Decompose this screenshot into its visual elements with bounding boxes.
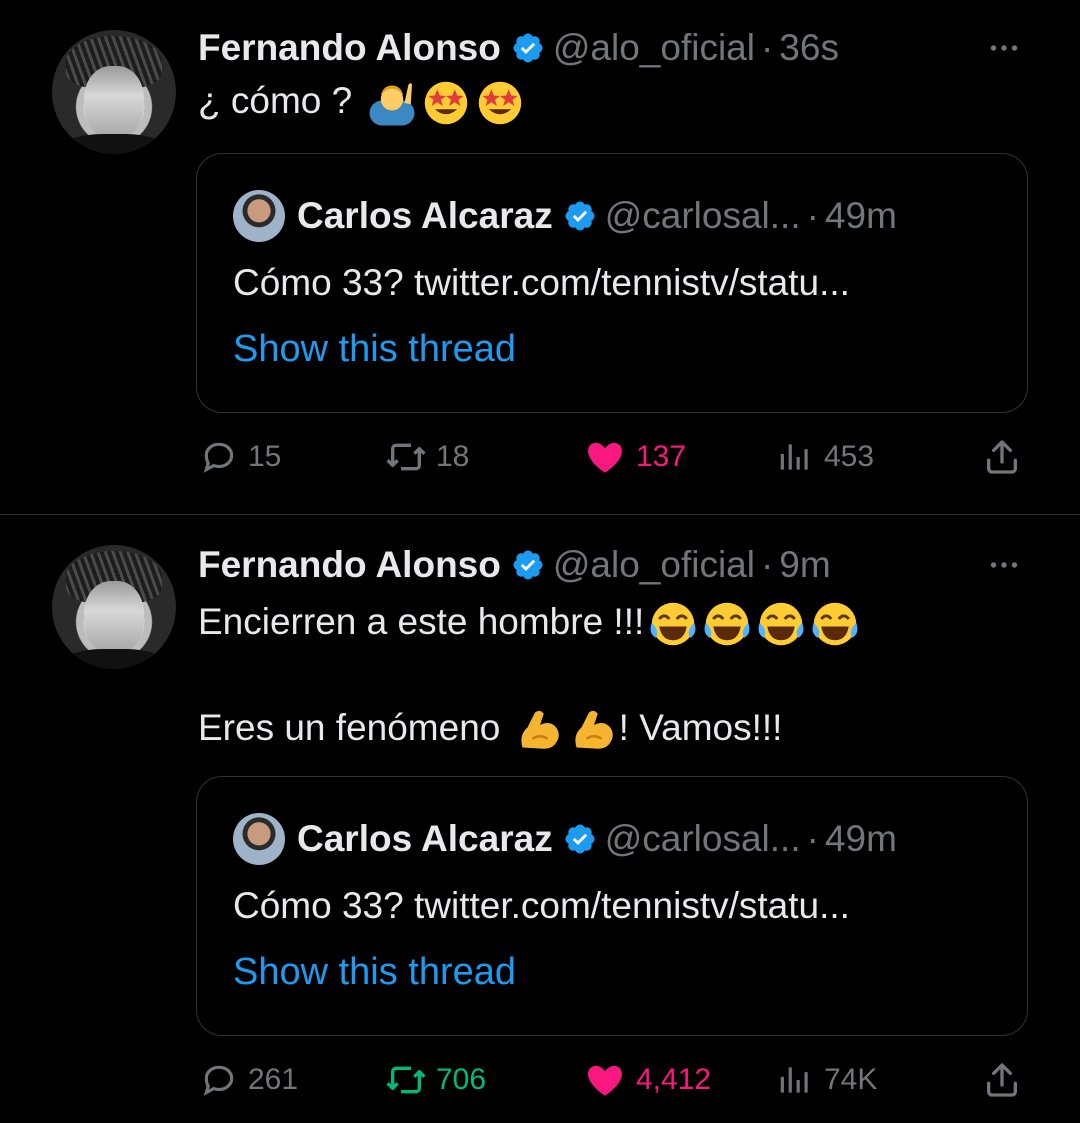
author-handle[interactable]: @alo_oficial	[553, 27, 755, 69]
quote-timestamp: 49m	[824, 195, 897, 236]
tweet-text-line-2: Eres un fenómeno	[198, 706, 501, 748]
tweet-text-line-1: Encierren a este hombre !!!	[198, 600, 645, 642]
views-icon	[776, 1061, 814, 1099]
heart-icon	[584, 1059, 626, 1101]
reply-count: 15	[248, 440, 282, 473]
author-name[interactable]: Fernando Alonso	[198, 27, 501, 69]
separator: ·	[760, 544, 774, 585]
tweet-text-line-3: ! Vamos!!!	[618, 706, 783, 748]
laughing-tears-emoji	[756, 599, 806, 649]
show-thread-link[interactable]: Show this thread	[233, 328, 516, 371]
quoted-tweet[interactable]: Carlos Alcaraz @carlosal... · 49m Cómo 3…	[196, 153, 1028, 413]
retweet-icon	[386, 1060, 426, 1100]
views-count: 74K	[824, 1063, 878, 1096]
retweet-button[interactable]: 18	[386, 432, 469, 482]
like-button[interactable]: 137	[584, 432, 686, 482]
verified-badge-icon	[563, 822, 597, 856]
avatar[interactable]	[52, 545, 176, 669]
views-icon	[776, 438, 814, 476]
avatar[interactable]	[52, 30, 176, 154]
flexed-biceps-emoji	[515, 705, 565, 755]
quote-header: Carlos Alcaraz @carlosal... · 49m	[233, 811, 897, 867]
quote-avatar	[233, 813, 285, 865]
timestamp[interactable]: 9m	[779, 544, 830, 586]
author-handle[interactable]: @alo_oficial	[553, 544, 755, 586]
reply-button[interactable]: 261	[200, 1055, 298, 1105]
share-icon	[982, 1060, 1022, 1100]
laughing-tears-emoji	[648, 599, 698, 649]
verified-badge-icon	[563, 199, 597, 233]
share-icon	[982, 437, 1022, 477]
quote-author-name: Carlos Alcaraz	[297, 195, 553, 236]
quote-header: Carlos Alcaraz @carlosal... · 49m	[233, 188, 897, 244]
more-options-icon[interactable]	[984, 545, 1024, 585]
retweet-icon	[386, 437, 426, 477]
laughing-tears-emoji	[702, 599, 752, 649]
reply-icon	[200, 438, 238, 476]
separator: ·	[760, 27, 774, 68]
share-button[interactable]	[982, 432, 1032, 482]
reply-count: 261	[248, 1063, 299, 1096]
heart-icon	[584, 436, 626, 478]
timestamp[interactable]: 36s	[779, 27, 839, 69]
tweet[interactable]: Fernando Alonso @alo_oficial · 36s ¿ cóm…	[0, 0, 1080, 515]
quoted-tweet[interactable]: Carlos Alcaraz @carlosal... · 49m Cómo 3…	[196, 776, 1028, 1036]
more-options-icon[interactable]	[984, 28, 1024, 68]
verified-badge-icon	[511, 548, 545, 582]
separator: ·	[806, 818, 819, 859]
like-count: 4,412	[636, 1063, 712, 1096]
tweet-text-line: Eres un fenómeno ! Vamos!!!	[198, 705, 782, 755]
reply-icon	[200, 1061, 238, 1099]
quote-avatar	[233, 190, 285, 242]
man-raising-hand-emoji	[367, 78, 417, 128]
like-button[interactable]: 4,412	[584, 1055, 711, 1105]
quote-timestamp: 49m	[824, 818, 897, 859]
tweet-header: Fernando Alonso @alo_oficial · 36s	[198, 18, 839, 78]
separator: ·	[806, 195, 819, 236]
retweet-button[interactable]: 706	[386, 1055, 486, 1105]
quote-author-handle: @carlosal...	[604, 818, 801, 859]
tweet-text-line: Encierren a este hombre !!!	[198, 599, 860, 649]
reply-button[interactable]: 15	[200, 432, 281, 482]
quote-text: Cómo 33? twitter.com/tennistv/statu...	[233, 885, 850, 926]
quote-text: Cómo 33? twitter.com/tennistv/statu...	[233, 262, 850, 303]
tweet-text-line: ¿ cómo ?	[198, 79, 353, 121]
star-struck-emoji	[475, 78, 525, 128]
views-count: 453	[824, 440, 875, 473]
views-button[interactable]: 453	[776, 432, 874, 482]
tweet-text: ¿ cómo ?	[198, 78, 525, 128]
retweet-count: 18	[436, 440, 470, 473]
quote-author-handle: @carlosal...	[604, 195, 801, 236]
views-button[interactable]: 74K	[776, 1055, 877, 1105]
flexed-biceps-emoji	[569, 705, 619, 755]
verified-badge-icon	[511, 31, 545, 65]
author-name[interactable]: Fernando Alonso	[198, 544, 501, 586]
laughing-tears-emoji	[810, 599, 860, 649]
action-bar: 261 706 4,412 74K	[196, 1055, 1036, 1105]
retweet-count: 706	[436, 1063, 487, 1096]
action-bar: 15 18 137 453	[196, 432, 1036, 482]
star-struck-emoji	[421, 78, 471, 128]
tweet-header: Fernando Alonso @alo_oficial · 9m	[198, 535, 831, 595]
show-thread-link[interactable]: Show this thread	[233, 951, 516, 994]
tweet[interactable]: Fernando Alonso @alo_oficial · 9m Encier…	[0, 515, 1080, 1123]
quote-author-name: Carlos Alcaraz	[297, 818, 553, 859]
like-count: 137	[636, 440, 687, 473]
share-button[interactable]	[982, 1055, 1032, 1105]
